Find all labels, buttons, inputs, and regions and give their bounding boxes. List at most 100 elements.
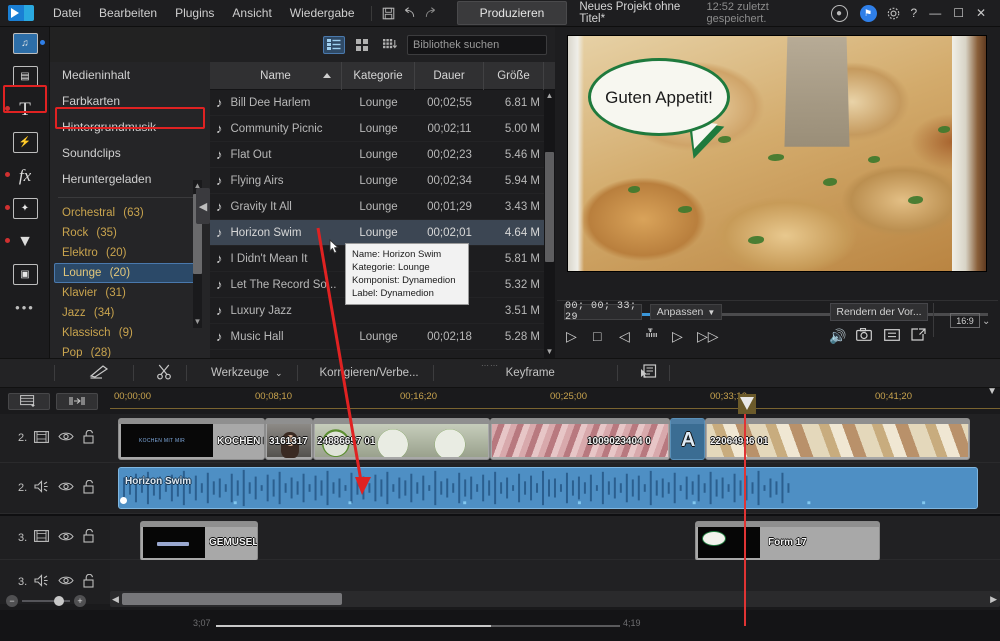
- rail-item-effects[interactable]: fx: [0, 159, 50, 192]
- prev-frame-button[interactable]: ◁: [619, 328, 630, 345]
- table-row[interactable]: ♪ Community Picnic Lounge 00;02;11 5.00 M: [210, 116, 555, 142]
- speaker-icon[interactable]: [34, 574, 49, 590]
- maximize-button[interactable]: ☐: [947, 6, 970, 20]
- film-icon[interactable]: [34, 530, 50, 545]
- genre-jazz[interactable]: Jazz (34): [50, 303, 210, 323]
- library-search-box[interactable]: [407, 34, 567, 55]
- list-icon[interactable]: [884, 328, 900, 344]
- unlock-icon[interactable]: [83, 528, 95, 546]
- table-row[interactable]: ♪ Bill Dee Harlem Lounge 00;02;55 6.81 M: [210, 90, 555, 116]
- rail-item-transitions[interactable]: ⚡: [0, 126, 50, 159]
- fast-forward-button[interactable]: ▷▷: [697, 328, 719, 345]
- genre-rock[interactable]: Rock (35): [50, 223, 210, 243]
- rail-item-particles[interactable]: ▼: [0, 225, 50, 258]
- zoom-in-button[interactable]: +: [74, 595, 86, 607]
- audio-keyframe-handle[interactable]: [120, 497, 127, 504]
- chevron-down-icon[interactable]: ⌄: [982, 316, 990, 327]
- menu-plugins[interactable]: Plugins: [166, 2, 223, 24]
- grid-view-icon[interactable]: [351, 36, 373, 54]
- table-row[interactable]: ♪ Music Hall Lounge 00;02;18 5.28 M: [210, 324, 555, 350]
- fullscreen-icon[interactable]: [911, 328, 926, 344]
- volume-icon[interactable]: 🔊: [829, 328, 846, 345]
- unlock-icon[interactable]: [83, 429, 95, 447]
- clip-24886657[interactable]: 24886657 01: [313, 418, 490, 460]
- table-row[interactable]: ♪ Flat Out Lounge 00;02;23 5.46 M: [210, 142, 555, 168]
- track-header-audio-2[interactable]: 2.: [0, 463, 110, 514]
- fit-dropdown[interactable]: Anpassen ▼: [650, 304, 722, 320]
- bell-icon[interactable]: ⚑: [859, 4, 877, 22]
- next-frame-button[interactable]: ▷: [672, 328, 683, 345]
- film-icon[interactable]: [34, 430, 50, 446]
- account-icon[interactable]: ●: [830, 4, 848, 22]
- chevron-down-icon[interactable]: ⌄: [275, 368, 283, 379]
- scissors-icon[interactable]: [156, 364, 172, 383]
- table-row[interactable]: ♪ Gravity It All Lounge 00;01;29 3.43 M: [210, 194, 555, 220]
- rail-item-overlays[interactable]: ✦: [0, 192, 50, 225]
- timecode-display[interactable]: 00; 00; 33; 29: [564, 301, 642, 323]
- mark-button[interactable]: [645, 328, 660, 344]
- audio-clip-horizon-swim[interactable]: Horizon Swim: [118, 467, 978, 509]
- timeline-horizontal-scrollbar[interactable]: ◀ ▶: [110, 591, 1000, 607]
- genre-klavier[interactable]: Klavier (31): [50, 283, 210, 303]
- notes-icon[interactable]: [640, 364, 657, 382]
- genre-klassisch[interactable]: Klassisch (9): [50, 323, 210, 343]
- scroll-right-arrow[interactable]: ▶: [990, 594, 997, 605]
- scroll-down-arrow[interactable]: ▼: [193, 316, 202, 328]
- minimize-button[interactable]: —: [923, 6, 947, 20]
- track-area-video-2[interactable]: KOCHEN MIT MIR KOCHEN MIT M 3161317 2488…: [110, 414, 1000, 463]
- scroll-thumb[interactable]: [545, 152, 554, 262]
- genre-elektro[interactable]: Elektro (20): [50, 243, 210, 263]
- redo-icon[interactable]: [420, 3, 441, 23]
- detail-view-icon[interactable]: [379, 36, 401, 54]
- scroll-up-arrow[interactable]: ▲: [545, 90, 554, 102]
- aspect-ratio-value[interactable]: 16:9: [950, 313, 980, 328]
- render-preview-button[interactable]: Rendern der Vor...: [830, 303, 928, 321]
- genre-lounge[interactable]: Lounge (20): [54, 263, 202, 283]
- clip-form17[interactable]: Form 17: [695, 521, 880, 561]
- genre-orchestral[interactable]: Orchestral (63): [50, 203, 210, 223]
- track-header-video-2[interactable]: 2.: [0, 414, 110, 463]
- column-header-groesse[interactable]: Größe: [484, 62, 544, 90]
- rail-item-more[interactable]: •••: [0, 291, 50, 324]
- menu-wiedergabe[interactable]: Wiedergabe: [281, 2, 364, 24]
- track-manager-icon[interactable]: [8, 392, 50, 410]
- paint-designer-icon[interactable]: [89, 364, 111, 382]
- zoom-slider-knob[interactable]: [54, 596, 64, 606]
- zoom-out-button[interactable]: −: [6, 595, 18, 607]
- clip-gemuesela[interactable]: GEMÜSELA: [140, 521, 258, 561]
- scroll-thumb[interactable]: [122, 593, 342, 605]
- rail-item-templates[interactable]: ▣: [0, 258, 50, 291]
- play-button[interactable]: ▷: [566, 328, 577, 345]
- close-button[interactable]: ✕: [970, 6, 992, 20]
- track-area-video-3[interactable]: GEMÜSELA Form 17: [110, 516, 1000, 561]
- scroll-left-arrow[interactable]: ◀: [112, 594, 119, 605]
- category-soundclips[interactable]: Soundclips: [50, 140, 210, 166]
- eye-icon[interactable]: [58, 575, 74, 589]
- menu-bearbeiten[interactable]: Bearbeiten: [90, 2, 166, 24]
- category-farbkarten[interactable]: Farbkarten: [50, 88, 210, 114]
- timeline-ruler[interactable]: 00;00;00 00;08;10 00;16;20 00;25;00 00;3…: [110, 388, 1000, 414]
- eye-icon[interactable]: [58, 481, 74, 495]
- preview-video[interactable]: Guten Appetit!: [567, 35, 987, 272]
- track-header-video-3[interactable]: 3.: [0, 516, 110, 560]
- column-header-kategorie[interactable]: Kategorie: [342, 62, 415, 90]
- unlock-icon[interactable]: [83, 573, 95, 591]
- menu-ansicht[interactable]: Ansicht: [223, 2, 280, 24]
- help-icon[interactable]: ?: [905, 6, 924, 20]
- tools-menu-label[interactable]: Werkzeuge: [211, 367, 269, 379]
- correct-enhance-label[interactable]: Korrigieren/Verbe...: [320, 367, 419, 379]
- track-area-audio-2[interactable]: Horizon Swim: [110, 463, 1000, 514]
- timeline-collapse-arrow[interactable]: ▼: [987, 386, 997, 397]
- clip-kochen[interactable]: KOCHEN MIT MIR KOCHEN MIT M: [118, 418, 265, 460]
- clip-3161317[interactable]: 3161317: [265, 418, 313, 460]
- ripple-edit-icon[interactable]: [56, 392, 98, 410]
- clip-title-a[interactable]: A: [670, 418, 705, 460]
- category-heruntergeladen[interactable]: Heruntergeladen: [50, 166, 210, 192]
- library-scrollbar[interactable]: ▲ ▼: [544, 90, 555, 358]
- panel-collapse-handle[interactable]: ◀: [196, 188, 210, 224]
- category-medieninhalt[interactable]: Medieninhalt: [50, 62, 210, 88]
- panel-resize-grip[interactable]: ⋯⋯: [481, 361, 499, 370]
- menu-datei[interactable]: Datei: [44, 2, 90, 24]
- stop-button[interactable]: □: [593, 328, 601, 344]
- gear-icon[interactable]: [883, 3, 905, 23]
